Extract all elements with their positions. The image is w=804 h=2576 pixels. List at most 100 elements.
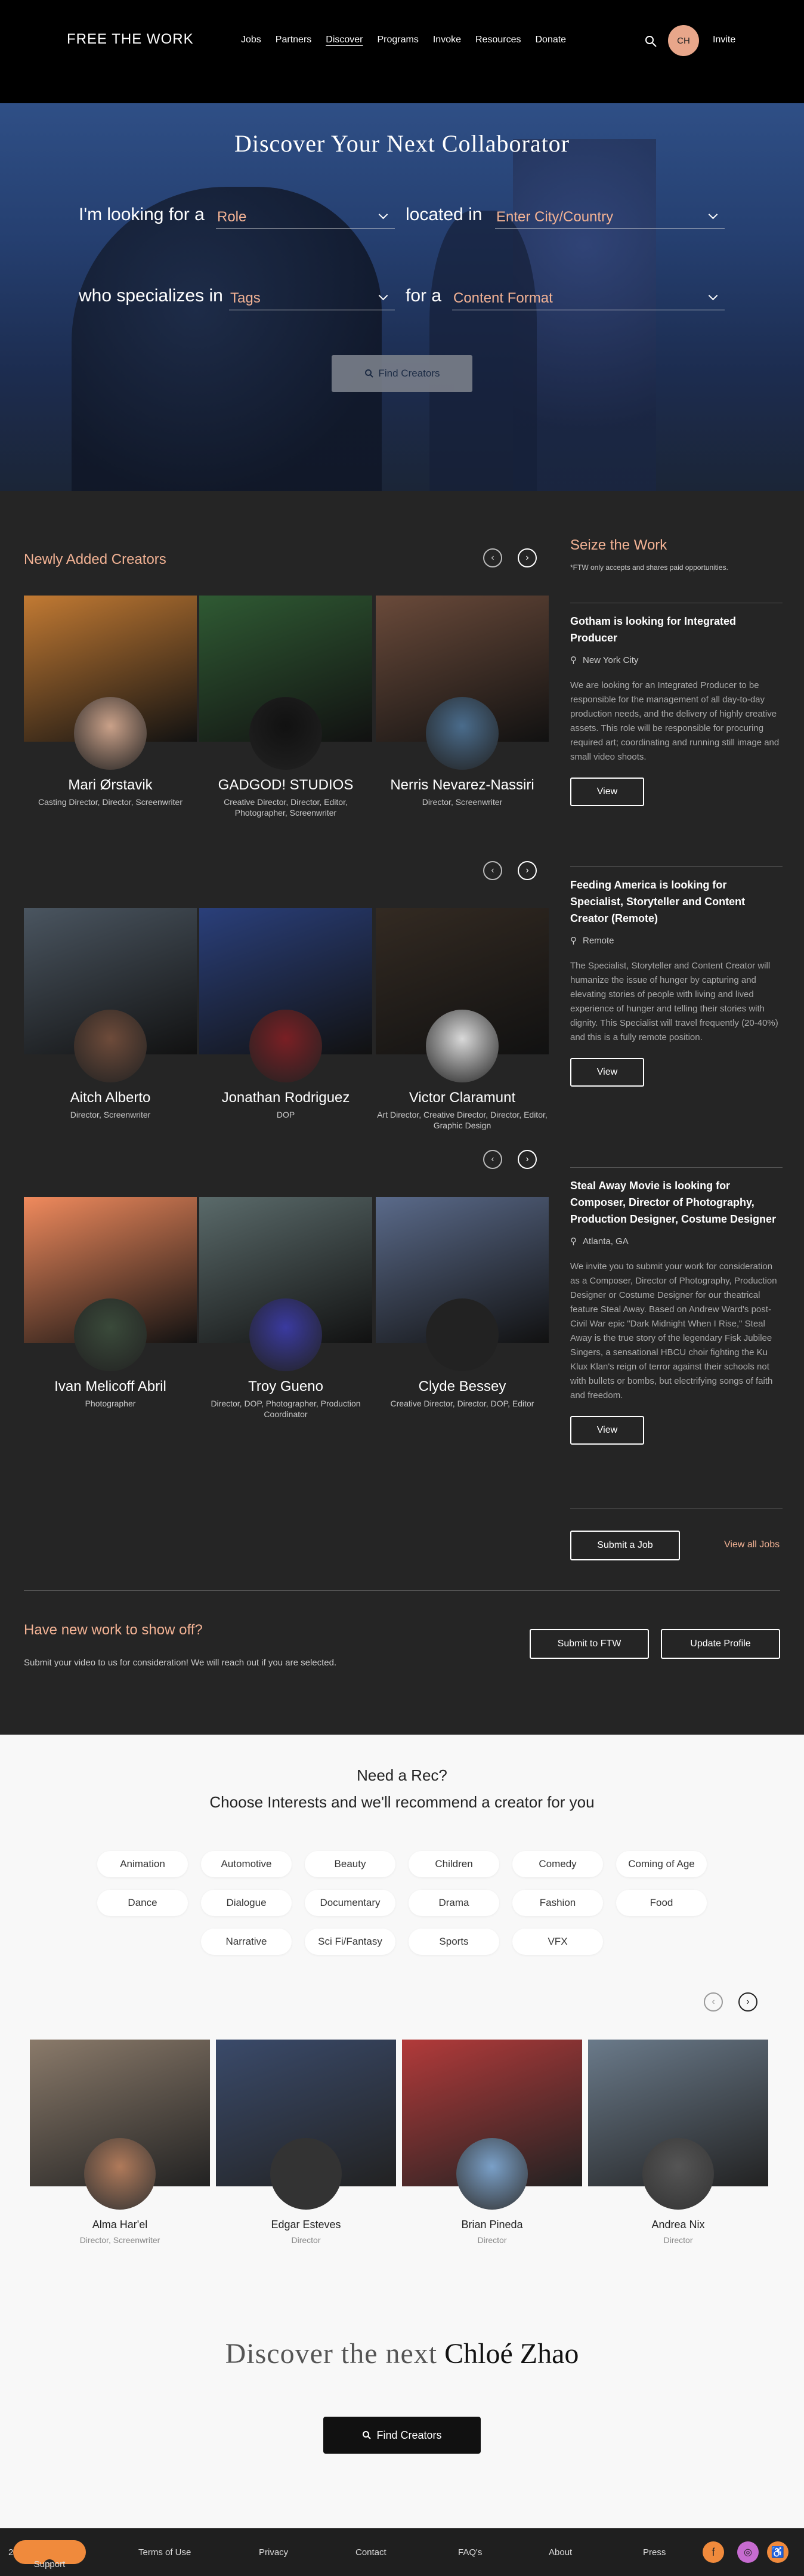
city-input[interactable]: Enter City/Country	[495, 203, 725, 229]
creator-name[interactable]: Ivan Melicoff Abril	[24, 1378, 197, 1395]
prev-arrow[interactable]: ‹	[483, 1150, 502, 1169]
creator-avatar[interactable]	[426, 1298, 499, 1371]
creator-name[interactable]: Brian Pineda	[402, 2219, 582, 2231]
interest-tag[interactable]: VFX	[512, 1929, 603, 1955]
find-creators-button[interactable]: Find Creators	[323, 2417, 481, 2454]
job-title[interactable]: Feeding America is looking for Specialis…	[570, 877, 783, 927]
creator-avatar[interactable]	[642, 2138, 714, 2210]
support-button[interactable]: ? Support	[13, 2540, 86, 2571]
job-description: The Specialist, Storyteller and Content …	[570, 961, 778, 1042]
creator-avatar[interactable]	[74, 1010, 147, 1082]
footer-about[interactable]: About	[549, 2547, 572, 2558]
next-arrow[interactable]: ›	[518, 1150, 537, 1169]
nav-partners[interactable]: Partners	[276, 35, 311, 45]
footer-terms[interactable]: Terms of Use	[138, 2547, 191, 2558]
interest-tag[interactable]: Sports	[409, 1929, 499, 1955]
creator-avatar[interactable]	[249, 1010, 322, 1082]
footer-contact[interactable]: Contact	[355, 2547, 386, 2558]
creator-avatar[interactable]	[426, 1010, 499, 1082]
creator-avatar[interactable]	[456, 2138, 528, 2210]
invite-link[interactable]: Invite	[713, 35, 735, 45]
creator-name[interactable]: Nerris Nevarez-Nassiri	[376, 777, 549, 794]
facebook-icon[interactable]: f	[703, 2541, 724, 2563]
job-description: We are looking for an Integrated Produce…	[570, 680, 780, 762]
interest-tag[interactable]: Comedy	[512, 1851, 603, 1877]
interest-tag[interactable]: Fashion	[512, 1890, 603, 1916]
footer-privacy[interactable]: Privacy	[259, 2547, 288, 2558]
next-arrow[interactable]: ›	[518, 548, 537, 567]
next-arrow[interactable]: ›	[518, 861, 537, 880]
creator-avatar[interactable]	[270, 2138, 342, 2210]
job-view-button[interactable]: View	[570, 1416, 644, 1445]
find-creators-label: Find Creators	[378, 368, 440, 379]
creator-name[interactable]: Jonathan Rodriguez	[199, 1090, 372, 1106]
find-creators-button[interactable]: Find Creators	[332, 355, 472, 392]
site-logo[interactable]: FREE THE WORK	[67, 31, 194, 48]
discover-next-heading: Discover the next Chloé Zhao	[0, 2337, 804, 2370]
interest-tag[interactable]: Dance	[97, 1890, 188, 1916]
interest-tag[interactable]: Children	[409, 1851, 499, 1877]
job-view-button[interactable]: View	[570, 778, 644, 806]
search-icon	[363, 2431, 372, 2439]
nav-discover[interactable]: Discover	[326, 35, 363, 45]
submit-job-button[interactable]: Submit a Job	[570, 1531, 680, 1560]
job-location: ⚲ Atlanta, GA	[570, 1236, 783, 1247]
footer-faqs[interactable]: FAQ's	[458, 2547, 482, 2558]
interest-tag[interactable]: Food	[616, 1890, 707, 1916]
creator-name[interactable]: Edgar Esteves	[216, 2219, 396, 2231]
next-arrow[interactable]: ›	[738, 1992, 757, 2012]
prev-arrow[interactable]: ‹	[704, 1992, 723, 2012]
prev-arrow[interactable]: ‹	[483, 548, 502, 567]
search-icon[interactable]	[644, 35, 657, 48]
job-location: ⚲ New York City	[570, 655, 783, 666]
search-icon	[364, 369, 373, 378]
user-avatar[interactable]: CH	[668, 25, 699, 56]
submit-to-ftw-button[interactable]: Submit to FTW	[530, 1629, 649, 1659]
interest-tag[interactable]: Narrative	[201, 1929, 292, 1955]
interest-tag[interactable]: Dialogue	[201, 1890, 292, 1916]
interest-tag[interactable]: Drama	[409, 1890, 499, 1916]
creator-name[interactable]: Andrea Nix	[588, 2219, 768, 2231]
creator-name[interactable]: Aitch Alberto	[24, 1090, 197, 1106]
interest-tag[interactable]: Automotive	[201, 1851, 292, 1877]
interest-tag[interactable]: Coming of Age	[616, 1851, 707, 1877]
prev-arrow[interactable]: ‹	[483, 861, 502, 880]
nav-jobs[interactable]: Jobs	[241, 35, 261, 45]
tags-dropdown[interactable]: Tags	[229, 284, 395, 310]
creator-name[interactable]: Alma Har'el	[30, 2219, 210, 2231]
creator-name[interactable]: Mari Ørstavik	[24, 777, 197, 794]
update-profile-button[interactable]: Update Profile	[661, 1629, 780, 1659]
role-dropdown[interactable]: Role	[216, 203, 395, 229]
creator-avatar[interactable]	[249, 1298, 322, 1371]
creator-name[interactable]: Victor Claramunt	[376, 1090, 549, 1106]
creator-name[interactable]: Clyde Bessey	[376, 1378, 549, 1395]
creator-avatar[interactable]	[74, 1298, 147, 1371]
nav-programs[interactable]: Programs	[378, 35, 419, 45]
interest-tag[interactable]: Sci Fi/Fantasy	[305, 1929, 395, 1955]
job-location: ⚲ Remote	[570, 935, 783, 946]
creator-name[interactable]: GADGOD! STUDIOS	[199, 777, 372, 794]
job-title[interactable]: Gotham is looking for Integrated Produce…	[570, 613, 783, 646]
accessibility-icon[interactable]: ♿	[767, 2541, 788, 2563]
nav-donate[interactable]: Donate	[535, 35, 566, 45]
content-format-dropdown[interactable]: Content Format	[452, 284, 725, 310]
creator-avatar[interactable]	[426, 697, 499, 770]
creator-avatar[interactable]	[249, 697, 322, 770]
hero-title: Discover Your Next Collaborator	[234, 130, 570, 157]
instagram-icon[interactable]: ◎	[737, 2541, 759, 2563]
recommendation-section: Need a Rec? Choose Interests and we'll r…	[0, 1735, 804, 2528]
interest-tag[interactable]: Documentary	[305, 1890, 395, 1916]
interest-tag[interactable]: Animation	[97, 1851, 188, 1877]
view-all-jobs-link[interactable]: View all Jobs	[724, 1540, 780, 1550]
interest-tag[interactable]: Beauty	[305, 1851, 395, 1877]
job-title[interactable]: Steal Away Movie is looking for Composer…	[570, 1177, 783, 1227]
creator-name[interactable]: Troy Gueno	[199, 1378, 372, 1395]
nav-invoke[interactable]: Invoke	[433, 35, 461, 45]
looking-for-label: I'm looking for a	[79, 205, 205, 224]
creator-avatar[interactable]	[84, 2138, 156, 2210]
footer-press[interactable]: Press	[643, 2547, 666, 2558]
creator-avatar[interactable]	[74, 697, 147, 770]
nav-resources[interactable]: Resources	[475, 35, 521, 45]
chevron-down-icon	[708, 291, 718, 301]
job-view-button[interactable]: View	[570, 1058, 644, 1087]
